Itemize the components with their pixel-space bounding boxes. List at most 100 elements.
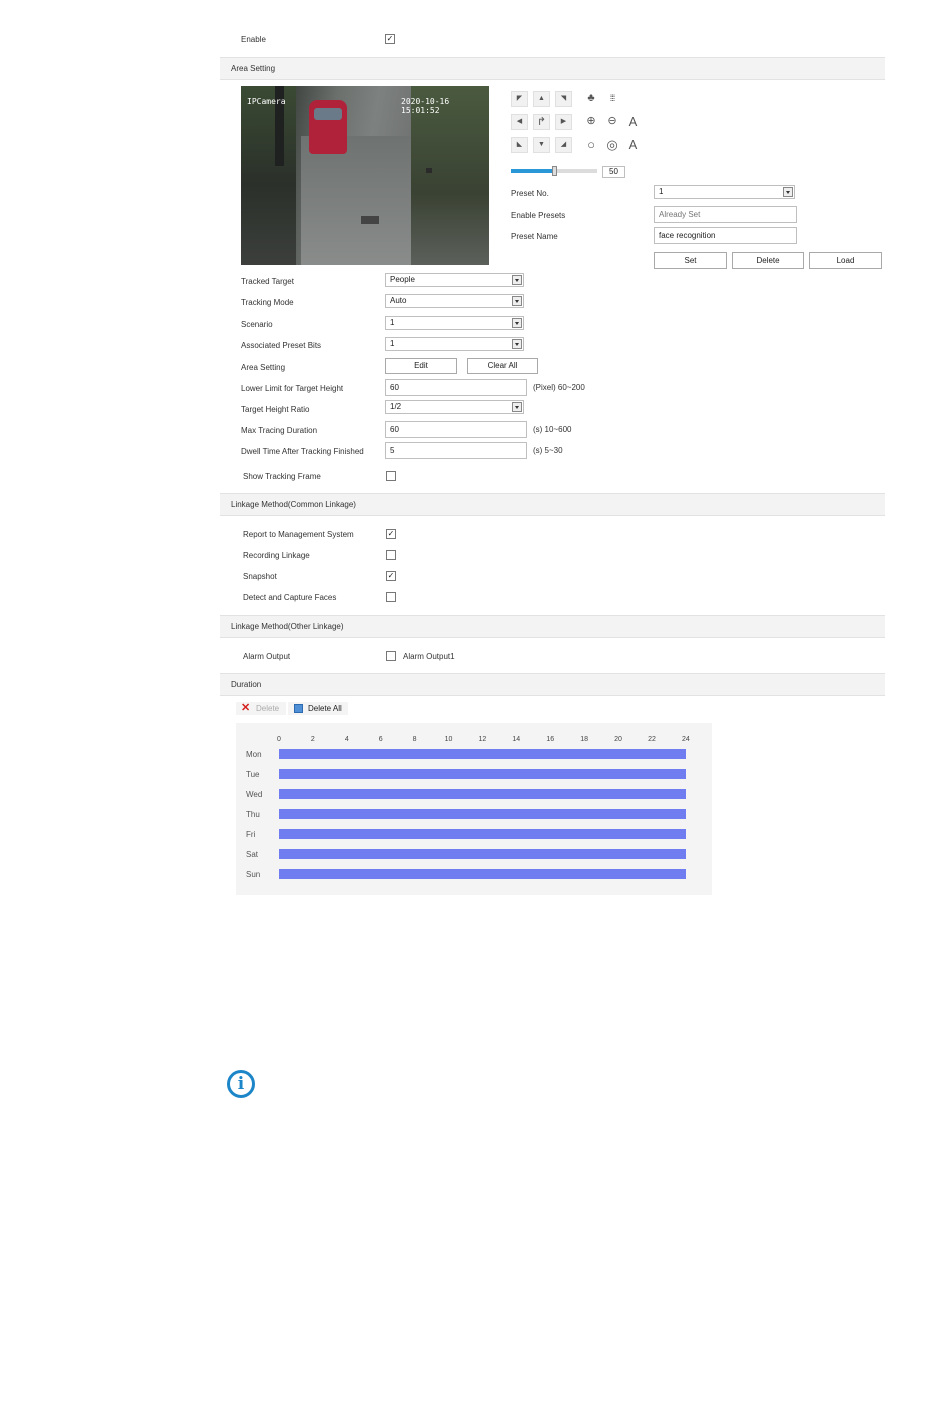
delete-all-schedule-button[interactable]: Delete All xyxy=(288,702,348,715)
zoom-out-icon[interactable]: ⊖ xyxy=(603,113,621,130)
hour-tick-label: 0 xyxy=(277,736,281,743)
chevron-down-icon[interactable] xyxy=(512,275,522,285)
section-duration: Duration xyxy=(220,673,885,696)
chevron-down-icon[interactable] xyxy=(512,339,522,349)
hour-tick-label: 20 xyxy=(614,736,622,743)
tracking-mode-value: Auto xyxy=(390,296,407,305)
max-duration-range: (s) 10~600 xyxy=(533,425,572,434)
section-title: Area Setting xyxy=(231,64,276,73)
day-label: Mon xyxy=(246,750,262,759)
schedule-bar-wed[interactable] xyxy=(279,789,686,799)
preset-no-value: 1 xyxy=(659,187,664,196)
scenario-select[interactable]: 1 xyxy=(385,316,524,330)
assoc-preset-select[interactable]: 1 xyxy=(385,337,524,351)
section-common-linkage: Linkage Method(Common Linkage) xyxy=(220,493,885,516)
tracked-target-value: People xyxy=(390,275,415,284)
down-arrow-icon[interactable]: ▼ xyxy=(533,137,550,153)
down-left-arrow-icon[interactable]: ◣ xyxy=(511,137,528,153)
hour-tick-label: 6 xyxy=(378,736,383,743)
snapshot-label: Snapshot xyxy=(243,572,277,581)
area-setting-label: Area Setting xyxy=(241,363,286,372)
chevron-down-icon[interactable] xyxy=(512,402,522,412)
delete-schedule-button[interactable]: ✕ Delete xyxy=(236,702,286,715)
video-preview[interactable]: IPCamera 2020-10-16 15:01:52 xyxy=(241,86,489,265)
detect-faces-checkbox[interactable] xyxy=(386,592,396,602)
hour-tick-label: 14 xyxy=(512,736,521,743)
zoom-slider[interactable] xyxy=(511,166,597,176)
info-icon: i xyxy=(227,1070,255,1098)
day-label: Sat xyxy=(246,850,259,859)
report-checkbox[interactable]: ✓ xyxy=(386,529,396,539)
chevron-down-icon[interactable] xyxy=(512,318,522,328)
schedule-bar-sun[interactable] xyxy=(279,869,686,879)
preset-no-select[interactable]: 1 xyxy=(654,185,795,199)
focus-near-icon[interactable]: ♣ xyxy=(582,90,600,107)
load-button[interactable]: Load xyxy=(809,252,882,269)
iris-close-icon[interactable]: ◎ xyxy=(603,136,621,153)
section-title: Linkage Method(Common Linkage) xyxy=(231,500,356,509)
enable-checkbox[interactable]: ✓ xyxy=(385,34,395,44)
show-frame-label: Show Tracking Frame xyxy=(243,472,321,481)
tracked-target-select[interactable]: People xyxy=(385,273,524,287)
day-label: Wed xyxy=(246,790,263,799)
schedule-bar-fri[interactable] xyxy=(279,829,686,839)
delete-preset-button[interactable]: Delete xyxy=(732,252,804,269)
edit-button[interactable]: Edit xyxy=(385,358,457,374)
alarm-output-label: Alarm Output xyxy=(243,652,291,661)
rotate-icon[interactable]: ↱ xyxy=(533,114,550,130)
section-area-setting: Area Setting xyxy=(220,57,885,80)
tracking-mode-select[interactable]: Auto xyxy=(385,294,524,308)
auto-icon[interactable]: A xyxy=(624,113,642,130)
alarm-output1-label: Alarm Output1 xyxy=(403,652,455,661)
detect-faces-label: Detect and Capture Faces xyxy=(243,593,337,602)
show-frame-checkbox[interactable] xyxy=(386,471,396,481)
zoom-slider-handle[interactable] xyxy=(552,166,557,176)
lower-limit-input[interactable]: 60 xyxy=(385,379,527,396)
up-right-arrow-icon[interactable]: ◥ xyxy=(555,91,572,107)
max-duration-input[interactable]: 60 xyxy=(385,421,527,438)
clear-all-button[interactable]: Clear All xyxy=(467,358,538,374)
max-duration-label: Max Tracing Duration xyxy=(241,426,318,435)
right-arrow-icon[interactable]: ▶ xyxy=(555,114,572,130)
video-timestamp: 2020-10-16 15:01:52 xyxy=(401,97,450,115)
down-right-arrow-icon[interactable]: ◢ xyxy=(555,137,572,153)
tracking-mode-label: Tracking Mode xyxy=(241,298,294,307)
section-title: Linkage Method(Other Linkage) xyxy=(231,622,344,631)
focus-far-icon[interactable]: ⁞⁞⁞ xyxy=(603,90,621,107)
chevron-down-icon[interactable] xyxy=(783,187,793,197)
up-left-arrow-icon[interactable]: ◤ xyxy=(511,91,528,107)
left-arrow-icon[interactable]: ◀ xyxy=(511,114,528,130)
schedule-bar-mon[interactable] xyxy=(279,749,686,759)
alarm-output1-checkbox[interactable] xyxy=(386,651,396,661)
height-ratio-value: 1/2 xyxy=(390,402,402,411)
delete-all-schedule-label: Delete All xyxy=(308,704,342,713)
zoom-value[interactable]: 50 xyxy=(602,166,625,178)
preset-name-input[interactable]: face recognition xyxy=(654,227,797,244)
up-arrow-icon[interactable]: ▲ xyxy=(533,91,550,107)
hour-tick-label: 24 xyxy=(682,736,690,743)
hour-tick-label: 16 xyxy=(546,736,555,743)
recording-label: Recording Linkage xyxy=(243,551,310,560)
snapshot-checkbox[interactable]: ✓ xyxy=(386,571,396,581)
lower-limit-label: Lower Limit for Target Height xyxy=(241,384,344,393)
dwell-time-input[interactable]: 5 xyxy=(385,442,527,459)
assoc-preset-label: Associated Preset Bits xyxy=(241,341,322,350)
preset-no-label: Preset No. xyxy=(511,189,549,198)
recording-checkbox[interactable] xyxy=(386,550,396,560)
lower-limit-range: (Pixel) 60~200 xyxy=(533,383,585,392)
schedule-bar-thu[interactable] xyxy=(279,809,686,819)
day-label: Fri xyxy=(246,830,256,839)
zoom-in-icon[interactable]: ⊕ xyxy=(582,113,600,130)
delete-schedule-label: Delete xyxy=(256,704,280,713)
chevron-down-icon[interactable] xyxy=(512,296,522,306)
set-button[interactable]: Set xyxy=(654,252,727,269)
schedule-bar-sat[interactable] xyxy=(279,849,686,859)
close-icon: ✕ xyxy=(241,702,251,714)
auto-iris-icon[interactable]: A xyxy=(624,136,642,153)
hour-tick-label: 18 xyxy=(580,736,589,743)
schedule-bar-tue[interactable] xyxy=(279,769,686,779)
enable-presets-input[interactable] xyxy=(654,206,797,223)
tracked-target-label: Tracked Target xyxy=(241,277,294,286)
iris-open-icon[interactable]: ○ xyxy=(582,136,600,153)
height-ratio-select[interactable]: 1/2 xyxy=(385,400,524,414)
